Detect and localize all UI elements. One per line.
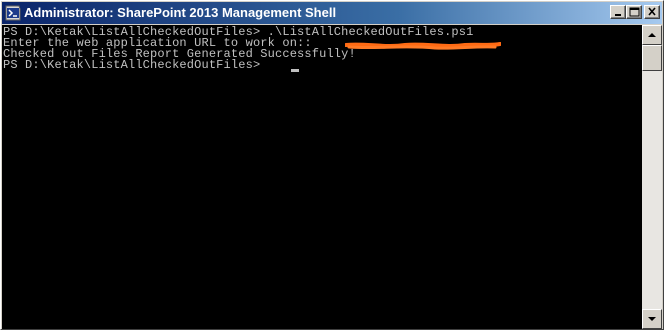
text-cursor (291, 69, 299, 72)
console-output-area[interactable]: PS D:\Ketak\ListAllCheckedOutFiles> .\Li… (2, 25, 642, 329)
vertical-scrollbar[interactable] (642, 25, 662, 329)
scroll-thumb[interactable] (642, 45, 662, 71)
close-button[interactable] (644, 5, 660, 19)
powershell-icon (4, 4, 22, 22)
title-bar[interactable]: Administrator: SharePoint 2013 Managemen… (2, 2, 662, 24)
redacted-url-scribble (344, 38, 502, 56)
console-window: Administrator: SharePoint 2013 Managemen… (0, 0, 664, 330)
minimize-button[interactable] (610, 5, 626, 19)
window-title: Administrator: SharePoint 2013 Managemen… (24, 5, 337, 20)
maximize-button[interactable] (626, 5, 642, 19)
scroll-down-button[interactable] (642, 309, 662, 329)
scroll-up-button[interactable] (642, 25, 662, 45)
console-line-prompt: PS D:\Ketak\ListAllCheckedOutFiles> (3, 58, 268, 72)
